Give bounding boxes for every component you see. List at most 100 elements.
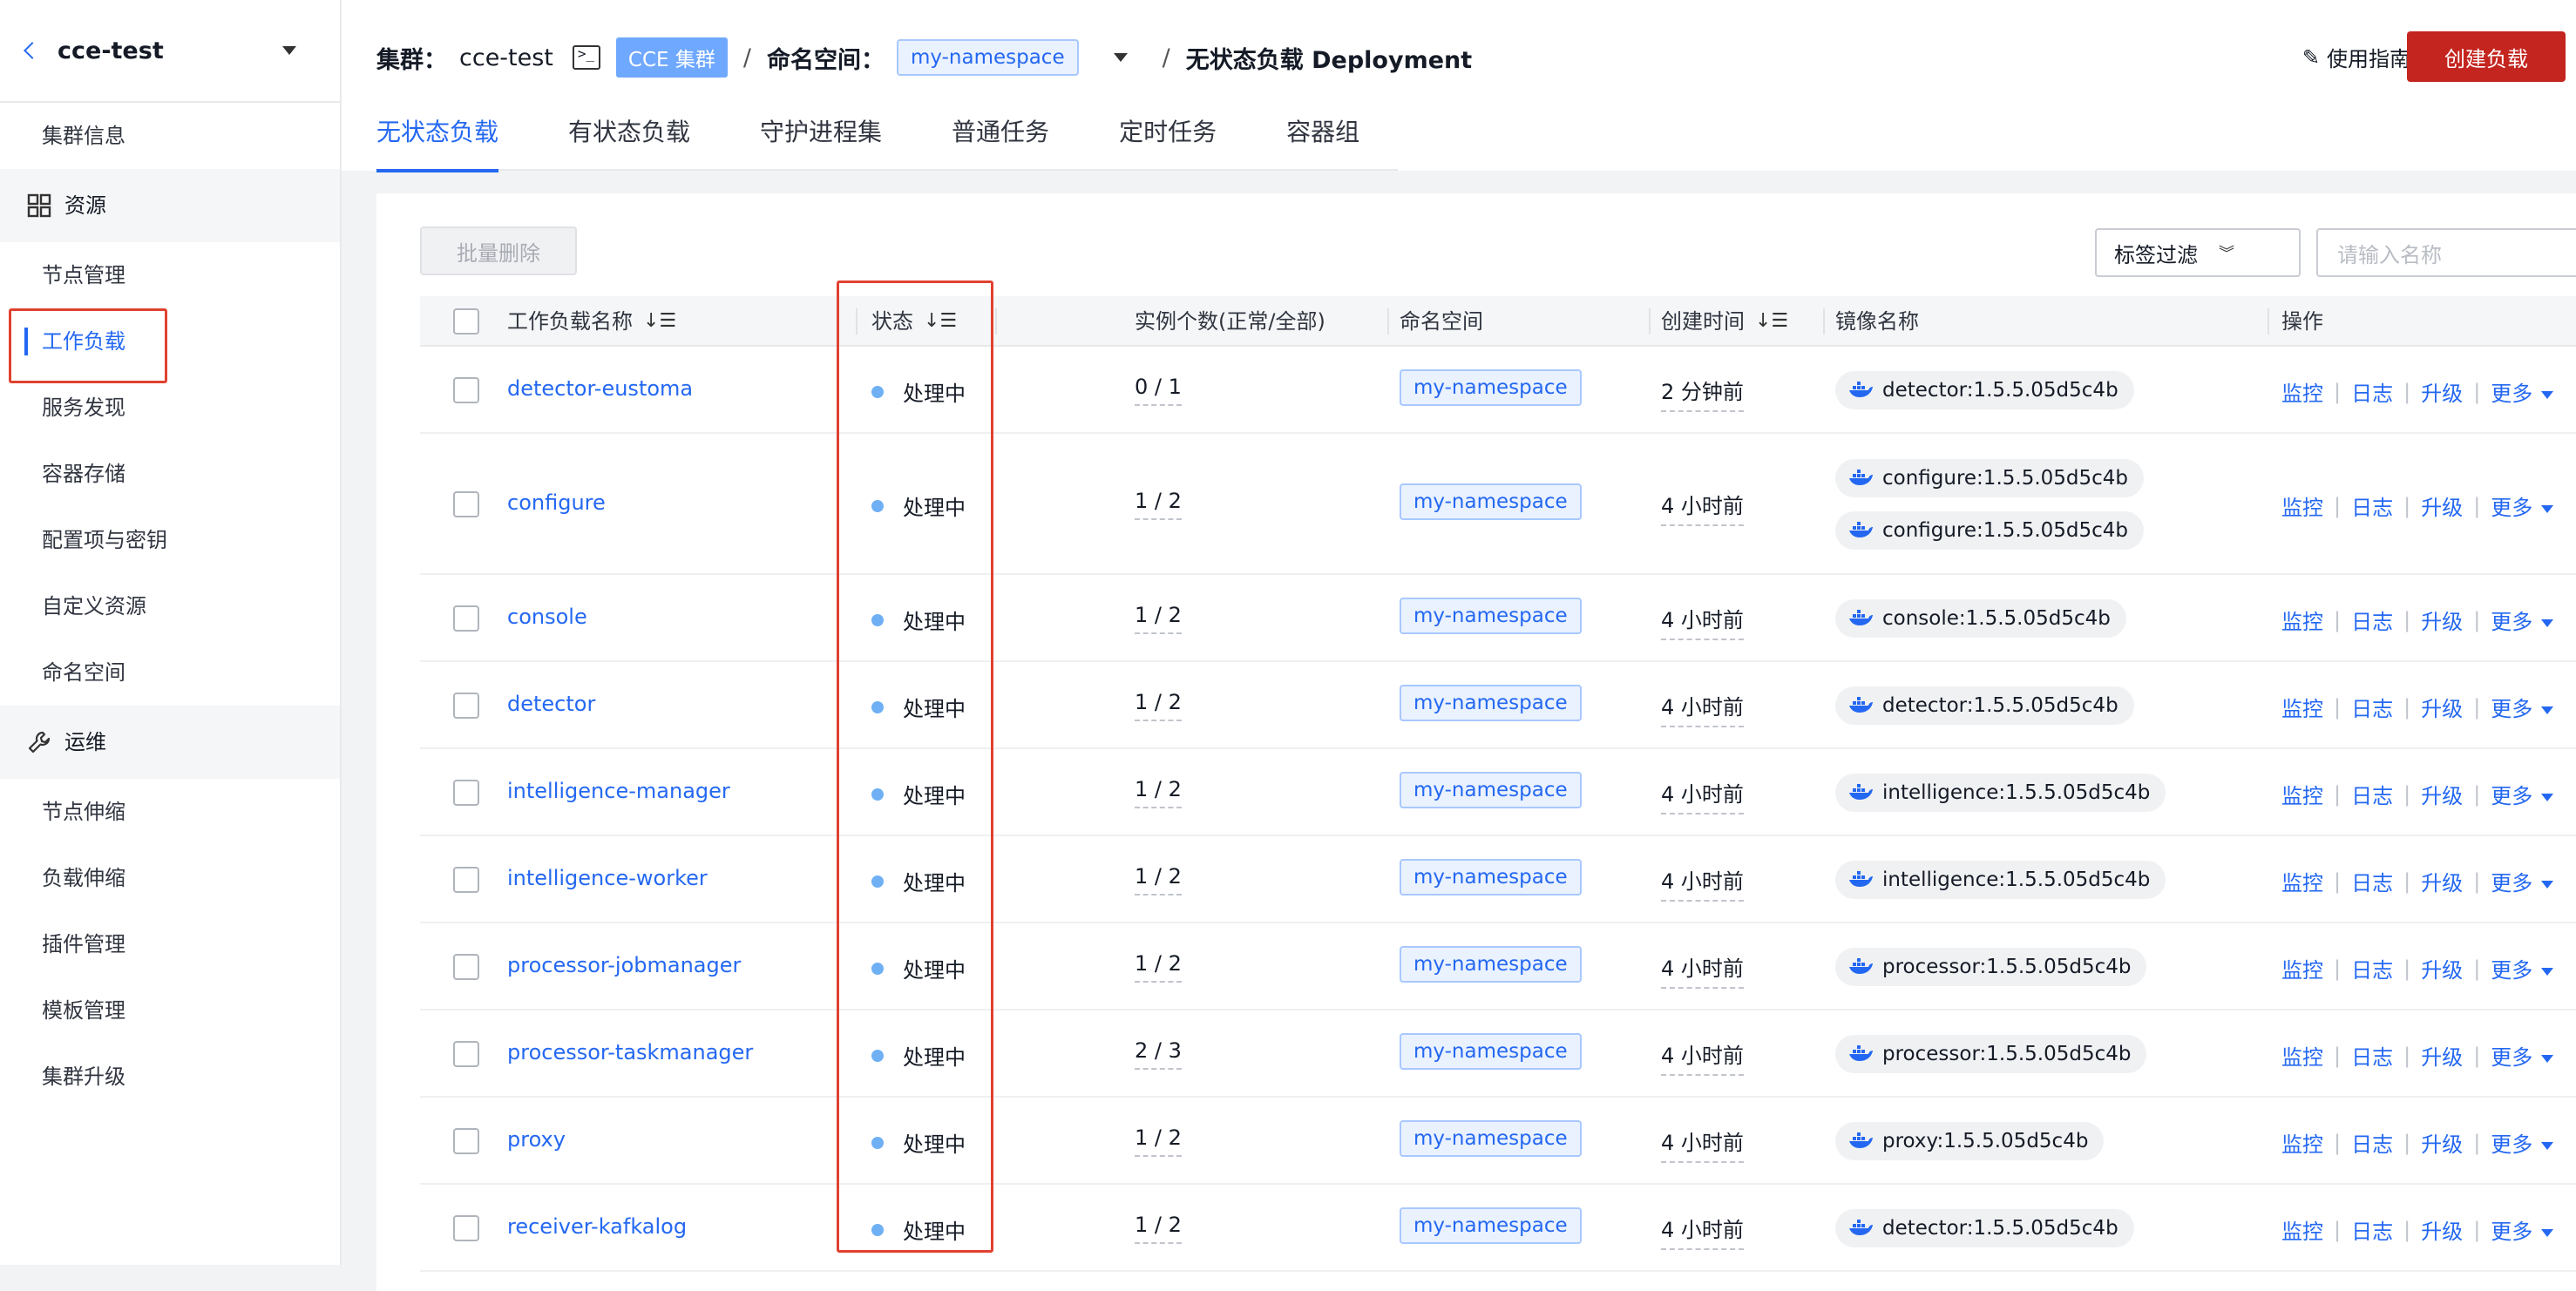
upgrade-link[interactable]: 升级 [2421, 605, 2463, 635]
cluster-switcher[interactable]: cce-test [0, 0, 340, 103]
sidebar-item-8[interactable]: 命名空间 [0, 639, 340, 706]
workload-name-link[interactable]: receiver-kafkalog [507, 1214, 687, 1239]
more-dropdown[interactable]: 更多 [2491, 490, 2554, 521]
chevron-down-icon[interactable] [282, 46, 296, 55]
row-checkbox[interactable] [453, 1041, 479, 1067]
tab-1[interactable]: 有状态负载 [568, 115, 690, 171]
row-checkbox-cell[interactable] [453, 1215, 479, 1241]
chevron-down-icon[interactable] [1113, 53, 1128, 62]
row-checkbox[interactable] [453, 867, 479, 893]
monitor-link[interactable]: 监控 [2281, 953, 2323, 983]
log-link[interactable]: 日志 [2351, 692, 2393, 722]
log-link[interactable]: 日志 [2351, 1040, 2393, 1071]
log-link[interactable]: 日志 [2351, 779, 2393, 809]
sidebar-item-2[interactable]: 节点管理 [0, 242, 340, 308]
workload-name-link[interactable]: processor-jobmanager [507, 953, 741, 977]
monitor-link[interactable]: 监控 [2281, 779, 2323, 809]
sidebar-item-5[interactable]: 容器存储 [0, 441, 340, 507]
select-all-checkbox[interactable] [453, 308, 479, 335]
tag-filter-dropdown[interactable]: 标签过滤 ︾ [2095, 228, 2301, 277]
log-link[interactable]: 日志 [2351, 1214, 2393, 1245]
tab-5[interactable]: 容器组 [1286, 115, 1359, 171]
row-checkbox-cell[interactable] [453, 1128, 479, 1154]
monitor-link[interactable]: 监控 [2281, 490, 2323, 521]
upgrade-link[interactable]: 升级 [2421, 866, 2463, 896]
workload-name-link[interactable]: intelligence-worker [507, 866, 708, 890]
sidebar-group-9[interactable]: 运维 [0, 706, 340, 779]
log-link[interactable]: 日志 [2351, 605, 2393, 635]
more-dropdown[interactable]: 更多 [2491, 605, 2554, 635]
more-dropdown[interactable]: 更多 [2491, 866, 2554, 896]
sort-icon[interactable]: ↓☰ [643, 296, 676, 347]
row-checkbox[interactable] [453, 954, 479, 980]
more-dropdown[interactable]: 更多 [2491, 1127, 2554, 1158]
monitor-link[interactable]: 监控 [2281, 605, 2323, 635]
log-link[interactable]: 日志 [2351, 1127, 2393, 1158]
upgrade-link[interactable]: 升级 [2421, 692, 2463, 722]
monitor-link[interactable]: 监控 [2281, 866, 2323, 896]
log-link[interactable]: 日志 [2351, 953, 2393, 983]
row-checkbox[interactable] [453, 377, 479, 403]
row-checkbox[interactable] [453, 1215, 479, 1241]
sidebar-item-13[interactable]: 模板管理 [0, 977, 340, 1044]
create-workload-button[interactable]: 创建负载 [2407, 31, 2566, 82]
sidebar-item-0[interactable]: 集群信息 [0, 103, 340, 169]
workload-name-link[interactable]: detector-eustoma [507, 376, 693, 401]
tab-2[interactable]: 守护进程集 [760, 115, 882, 171]
more-dropdown[interactable]: 更多 [2491, 779, 2554, 809]
monitor-link[interactable]: 监控 [2281, 1214, 2323, 1245]
col-name[interactable]: 工作负载名称 ↓☰ [507, 296, 676, 347]
upgrade-link[interactable]: 升级 [2421, 953, 2463, 983]
row-checkbox-cell[interactable] [453, 780, 479, 806]
upgrade-link[interactable]: 升级 [2421, 779, 2463, 809]
row-checkbox[interactable] [453, 693, 479, 719]
row-checkbox-cell[interactable] [453, 693, 479, 719]
upgrade-link[interactable]: 升级 [2421, 1040, 2463, 1071]
more-dropdown[interactable]: 更多 [2491, 1214, 2554, 1245]
row-checkbox-cell[interactable] [453, 605, 479, 632]
workload-name-link[interactable]: processor-taskmanager [507, 1040, 753, 1065]
sort-icon[interactable]: ↓☰ [1755, 296, 1788, 347]
workload-name-link[interactable]: configure [507, 490, 606, 515]
row-checkbox[interactable] [453, 1128, 479, 1154]
monitor-link[interactable]: 监控 [2281, 1040, 2323, 1071]
select-all-cell[interactable] [453, 296, 479, 347]
log-link[interactable]: 日志 [2351, 866, 2393, 896]
more-dropdown[interactable]: 更多 [2491, 953, 2554, 983]
upgrade-link[interactable]: 升级 [2421, 1214, 2463, 1245]
row-checkbox-cell[interactable] [453, 377, 479, 403]
row-checkbox-cell[interactable] [453, 954, 479, 980]
search-input[interactable]: 请输入名称 [2316, 228, 2576, 277]
col-status[interactable]: 状态 ↓☰ [871, 296, 957, 347]
log-link[interactable]: 日志 [2351, 490, 2393, 521]
workload-name-link[interactable]: intelligence-manager [507, 779, 730, 803]
row-checkbox-cell[interactable] [453, 1041, 479, 1067]
sidebar-item-6[interactable]: 配置项与密钥 [0, 507, 340, 573]
sidebar-group-1[interactable]: 资源 [0, 169, 340, 242]
row-checkbox-cell[interactable] [453, 491, 479, 517]
tab-4[interactable]: 定时任务 [1119, 115, 1217, 171]
monitor-link[interactable]: 监控 [2281, 1127, 2323, 1158]
sidebar-item-11[interactable]: 负载伸缩 [0, 845, 340, 911]
sidebar-item-3[interactable]: 工作负载 [0, 308, 340, 375]
row-checkbox-cell[interactable] [453, 867, 479, 893]
tab-0[interactable]: 无状态负载 [376, 115, 499, 172]
workload-name-link[interactable]: console [507, 605, 587, 629]
more-dropdown[interactable]: 更多 [2491, 376, 2554, 407]
row-checkbox[interactable] [453, 491, 479, 517]
col-created[interactable]: 创建时间 ↓☰ [1661, 296, 1788, 347]
sidebar-item-4[interactable]: 服务发现 [0, 375, 340, 441]
back-icon[interactable] [24, 42, 41, 59]
guide-link[interactable]: ✎ 使用指南 [2302, 42, 2410, 72]
more-dropdown[interactable]: 更多 [2491, 1040, 2554, 1071]
upgrade-link[interactable]: 升级 [2421, 1127, 2463, 1158]
monitor-link[interactable]: 监控 [2281, 692, 2323, 722]
tab-3[interactable]: 普通任务 [952, 115, 1049, 171]
sidebar-item-14[interactable]: 集群升级 [0, 1044, 340, 1110]
log-link[interactable]: 日志 [2351, 376, 2393, 407]
terminal-icon[interactable] [572, 45, 600, 70]
sidebar-item-12[interactable]: 插件管理 [0, 911, 340, 977]
more-dropdown[interactable]: 更多 [2491, 692, 2554, 722]
upgrade-link[interactable]: 升级 [2421, 490, 2463, 521]
row-checkbox[interactable] [453, 780, 479, 806]
